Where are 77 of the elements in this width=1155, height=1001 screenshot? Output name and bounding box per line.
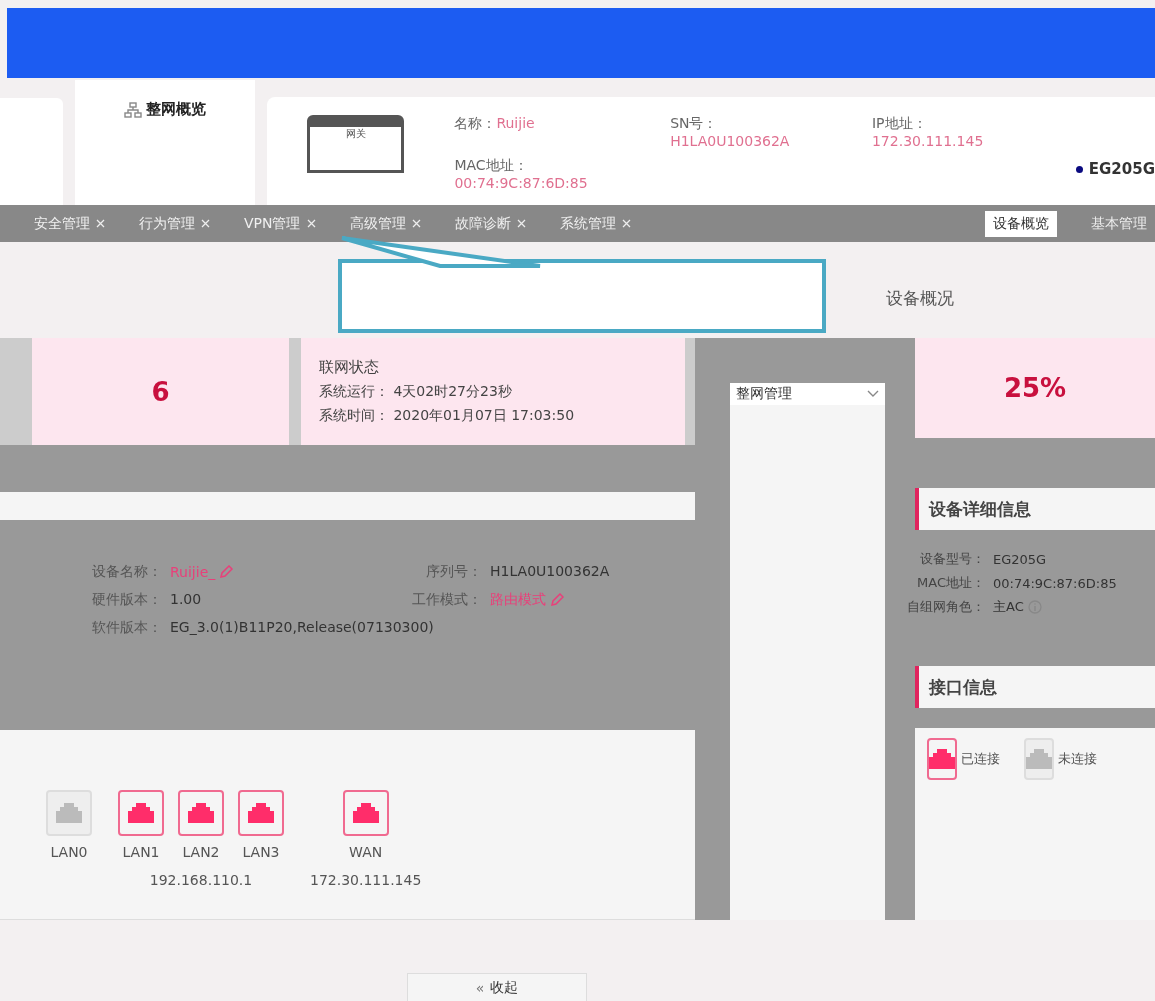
detail-value: EG205G bbox=[993, 551, 1047, 567]
legend-label: 已连接 bbox=[961, 750, 1000, 768]
info-value: Ruijie_ bbox=[170, 564, 216, 580]
nav-tab[interactable]: 安全管理 bbox=[30, 210, 109, 237]
info-label: 序列号： bbox=[425, 563, 483, 581]
field-value: H1LA0U100362A bbox=[670, 133, 790, 149]
overview-tab[interactable]: 整网概览 bbox=[120, 98, 210, 121]
close-icon bbox=[96, 219, 105, 228]
status-line: 系统运行： 4天02时27分23秒 bbox=[319, 383, 512, 401]
port-label: LAN2 bbox=[182, 844, 220, 860]
ethernet-port-icon bbox=[128, 803, 154, 823]
ethernet-port-icon bbox=[248, 803, 274, 823]
pencil-icon bbox=[219, 565, 234, 579]
detail-label: 设备型号： bbox=[919, 550, 986, 568]
ethernet-port-icon bbox=[1026, 749, 1052, 769]
ethernet-port-icon bbox=[188, 803, 214, 823]
detail-value: 主AC bbox=[993, 598, 1024, 616]
status-dot-icon bbox=[1075, 165, 1083, 173]
nav-tab[interactable]: 行为管理 bbox=[135, 210, 214, 237]
menu-dropdown[interactable]: 整网管理 bbox=[730, 383, 885, 405]
field-label: SN号： bbox=[670, 115, 718, 131]
field-value: Ruijie bbox=[496, 115, 535, 131]
port-button[interactable] bbox=[342, 790, 389, 836]
detail-value: 00:74:9C:87:6D:85 bbox=[993, 575, 1117, 591]
info-label: 硬件版本： bbox=[91, 591, 163, 609]
device-label: 网关 bbox=[345, 127, 366, 141]
close-icon bbox=[411, 219, 421, 228]
port-label: LAN1 bbox=[122, 844, 160, 860]
info-label: 软件版本： bbox=[91, 619, 163, 637]
info-value: 路由模式 bbox=[490, 591, 546, 609]
nav-tab[interactable]: 设备概览 bbox=[985, 210, 1057, 237]
info-value: H1LA0U100362A bbox=[490, 563, 610, 579]
close-icon bbox=[306, 219, 316, 228]
ethernet-port-icon bbox=[56, 803, 82, 823]
close-icon bbox=[621, 219, 631, 228]
chevron-icon bbox=[867, 390, 879, 398]
nav-tab[interactable]: 系统管理 bbox=[555, 210, 635, 237]
port-label: LAN3 bbox=[242, 844, 280, 860]
info-label: 工作模式： bbox=[411, 591, 483, 609]
network-icon bbox=[124, 101, 142, 118]
port-address: 172.30.111.145 bbox=[310, 872, 422, 888]
field-value: 00:74:9C:87:6D:85 bbox=[454, 175, 588, 191]
pencil-icon bbox=[550, 593, 564, 607]
port-button[interactable] bbox=[238, 790, 284, 836]
section-header: 接口信息 bbox=[915, 666, 1155, 708]
collapse-button[interactable]: « 收起 bbox=[407, 973, 587, 1001]
nav-tab[interactable]: 故障诊断 bbox=[450, 210, 530, 237]
usage-value: 25% bbox=[915, 338, 1155, 438]
field-label: MAC地址： bbox=[454, 157, 528, 173]
close-icon bbox=[201, 219, 210, 228]
close-icon bbox=[516, 219, 526, 228]
port-label: WAN bbox=[349, 844, 383, 860]
field-label: 名称： bbox=[454, 115, 497, 131]
info-value: 1.00 bbox=[170, 591, 202, 607]
stat-value: 6 bbox=[151, 376, 170, 407]
legend-label: 未连接 bbox=[1058, 750, 1097, 768]
port-label: LAN0 bbox=[50, 844, 88, 860]
section-title: 设备概况 bbox=[886, 287, 954, 310]
section-header: 设备详细信息 bbox=[915, 488, 1155, 530]
ethernet-port-icon bbox=[929, 749, 955, 769]
device-model: EG205G bbox=[1088, 160, 1155, 178]
nav-tab[interactable]: VPN管理 bbox=[240, 210, 320, 237]
ethernet-port-icon bbox=[352, 803, 379, 823]
info-label: 设备名称： bbox=[91, 563, 163, 581]
port-button[interactable] bbox=[118, 790, 164, 836]
card-title: 联网状态 bbox=[319, 358, 379, 377]
double-chevron-icon: « bbox=[475, 979, 485, 996]
info-value: EG_3.0(1)B11P20,Release(07130300) bbox=[170, 619, 434, 635]
nav-tab[interactable]: 基本管理 bbox=[1083, 210, 1155, 237]
field-value: 172.30.111.145 bbox=[871, 133, 984, 149]
field-label: IP地址： bbox=[871, 115, 927, 131]
detail-label: MAC地址： bbox=[916, 574, 986, 592]
status-line: 系统时间： 2020年01月07日 17:03:50 bbox=[319, 407, 575, 425]
port-button[interactable] bbox=[178, 790, 224, 836]
port-address: 192.168.110.1 bbox=[149, 872, 253, 888]
detail-label: 自组网角色： bbox=[906, 598, 986, 616]
nav-tab[interactable]: 高级管理 bbox=[345, 210, 425, 237]
